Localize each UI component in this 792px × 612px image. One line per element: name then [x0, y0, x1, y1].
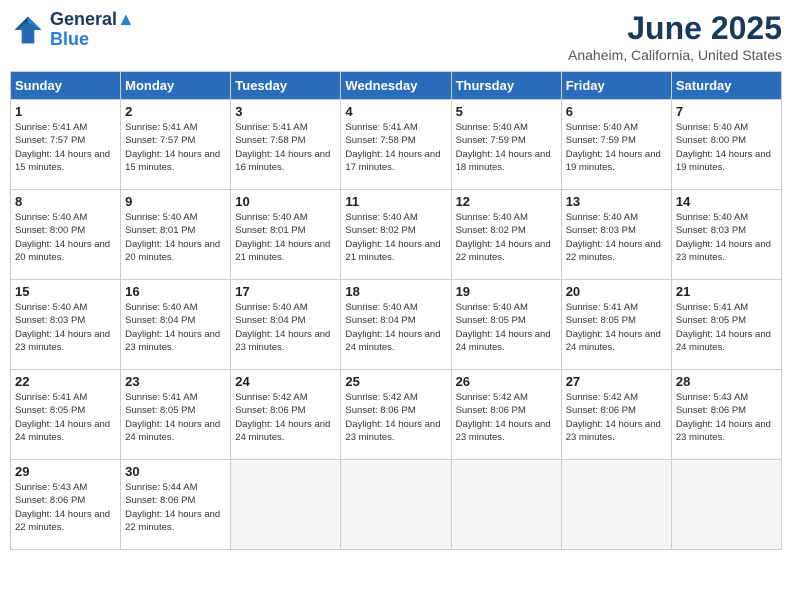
- table-row: 29Sunrise: 5:43 AMSunset: 8:06 PMDayligh…: [11, 460, 121, 550]
- table-row: 30Sunrise: 5:44 AMSunset: 8:06 PMDayligh…: [121, 460, 231, 550]
- header-wednesday: Wednesday: [341, 72, 451, 100]
- table-row: 3Sunrise: 5:41 AMSunset: 7:58 PMDaylight…: [231, 100, 341, 190]
- table-row: 21Sunrise: 5:41 AMSunset: 8:05 PMDayligh…: [671, 280, 781, 370]
- table-row: 18Sunrise: 5:40 AMSunset: 8:04 PMDayligh…: [341, 280, 451, 370]
- table-row: 19Sunrise: 5:40 AMSunset: 8:05 PMDayligh…: [451, 280, 561, 370]
- header-saturday: Saturday: [671, 72, 781, 100]
- table-row: 20Sunrise: 5:41 AMSunset: 8:05 PMDayligh…: [561, 280, 671, 370]
- month-title: June 2025: [568, 10, 782, 47]
- table-row: 14Sunrise: 5:40 AMSunset: 8:03 PMDayligh…: [671, 190, 781, 280]
- calendar-week-1: 1Sunrise: 5:41 AMSunset: 7:57 PMDaylight…: [11, 100, 782, 190]
- calendar-header-row: Sunday Monday Tuesday Wednesday Thursday…: [11, 72, 782, 100]
- table-row: 22Sunrise: 5:41 AMSunset: 8:05 PMDayligh…: [11, 370, 121, 460]
- header-friday: Friday: [561, 72, 671, 100]
- table-row: 2Sunrise: 5:41 AMSunset: 7:57 PMDaylight…: [121, 100, 231, 190]
- table-row: 26Sunrise: 5:42 AMSunset: 8:06 PMDayligh…: [451, 370, 561, 460]
- calendar-week-4: 22Sunrise: 5:41 AMSunset: 8:05 PMDayligh…: [11, 370, 782, 460]
- table-row: 27Sunrise: 5:42 AMSunset: 8:06 PMDayligh…: [561, 370, 671, 460]
- table-row: 9Sunrise: 5:40 AMSunset: 8:01 PMDaylight…: [121, 190, 231, 280]
- calendar-week-3: 15Sunrise: 5:40 AMSunset: 8:03 PMDayligh…: [11, 280, 782, 370]
- table-row: 5Sunrise: 5:40 AMSunset: 7:59 PMDaylight…: [451, 100, 561, 190]
- table-row: 13Sunrise: 5:40 AMSunset: 8:03 PMDayligh…: [561, 190, 671, 280]
- logo-text: General▲ Blue: [50, 10, 135, 50]
- table-row: 23Sunrise: 5:41 AMSunset: 8:05 PMDayligh…: [121, 370, 231, 460]
- table-row: 4Sunrise: 5:41 AMSunset: 7:58 PMDaylight…: [341, 100, 451, 190]
- table-row: 15Sunrise: 5:40 AMSunset: 8:03 PMDayligh…: [11, 280, 121, 370]
- table-row: 6Sunrise: 5:40 AMSunset: 7:59 PMDaylight…: [561, 100, 671, 190]
- location-title: Anaheim, California, United States: [568, 47, 782, 63]
- table-row: [341, 460, 451, 550]
- header-monday: Monday: [121, 72, 231, 100]
- table-row: [231, 460, 341, 550]
- table-row: 12Sunrise: 5:40 AMSunset: 8:02 PMDayligh…: [451, 190, 561, 280]
- header: General▲ Blue June 2025 Anaheim, Califor…: [10, 10, 782, 63]
- calendar: Sunday Monday Tuesday Wednesday Thursday…: [10, 71, 782, 550]
- table-row: [671, 460, 781, 550]
- table-row: 10Sunrise: 5:40 AMSunset: 8:01 PMDayligh…: [231, 190, 341, 280]
- table-row: [561, 460, 671, 550]
- header-thursday: Thursday: [451, 72, 561, 100]
- header-sunday: Sunday: [11, 72, 121, 100]
- calendar-week-2: 8Sunrise: 5:40 AMSunset: 8:00 PMDaylight…: [11, 190, 782, 280]
- table-row: 8Sunrise: 5:40 AMSunset: 8:00 PMDaylight…: [11, 190, 121, 280]
- table-row: 7Sunrise: 5:40 AMSunset: 8:00 PMDaylight…: [671, 100, 781, 190]
- table-row: 16Sunrise: 5:40 AMSunset: 8:04 PMDayligh…: [121, 280, 231, 370]
- table-row: 17Sunrise: 5:40 AMSunset: 8:04 PMDayligh…: [231, 280, 341, 370]
- table-row: [451, 460, 561, 550]
- logo-icon: [10, 12, 46, 48]
- calendar-week-5: 29Sunrise: 5:43 AMSunset: 8:06 PMDayligh…: [11, 460, 782, 550]
- logo: General▲ Blue: [10, 10, 135, 50]
- table-row: 11Sunrise: 5:40 AMSunset: 8:02 PMDayligh…: [341, 190, 451, 280]
- header-tuesday: Tuesday: [231, 72, 341, 100]
- table-row: 1Sunrise: 5:41 AMSunset: 7:57 PMDaylight…: [11, 100, 121, 190]
- title-section: June 2025 Anaheim, California, United St…: [568, 10, 782, 63]
- table-row: 25Sunrise: 5:42 AMSunset: 8:06 PMDayligh…: [341, 370, 451, 460]
- table-row: 28Sunrise: 5:43 AMSunset: 8:06 PMDayligh…: [671, 370, 781, 460]
- table-row: 24Sunrise: 5:42 AMSunset: 8:06 PMDayligh…: [231, 370, 341, 460]
